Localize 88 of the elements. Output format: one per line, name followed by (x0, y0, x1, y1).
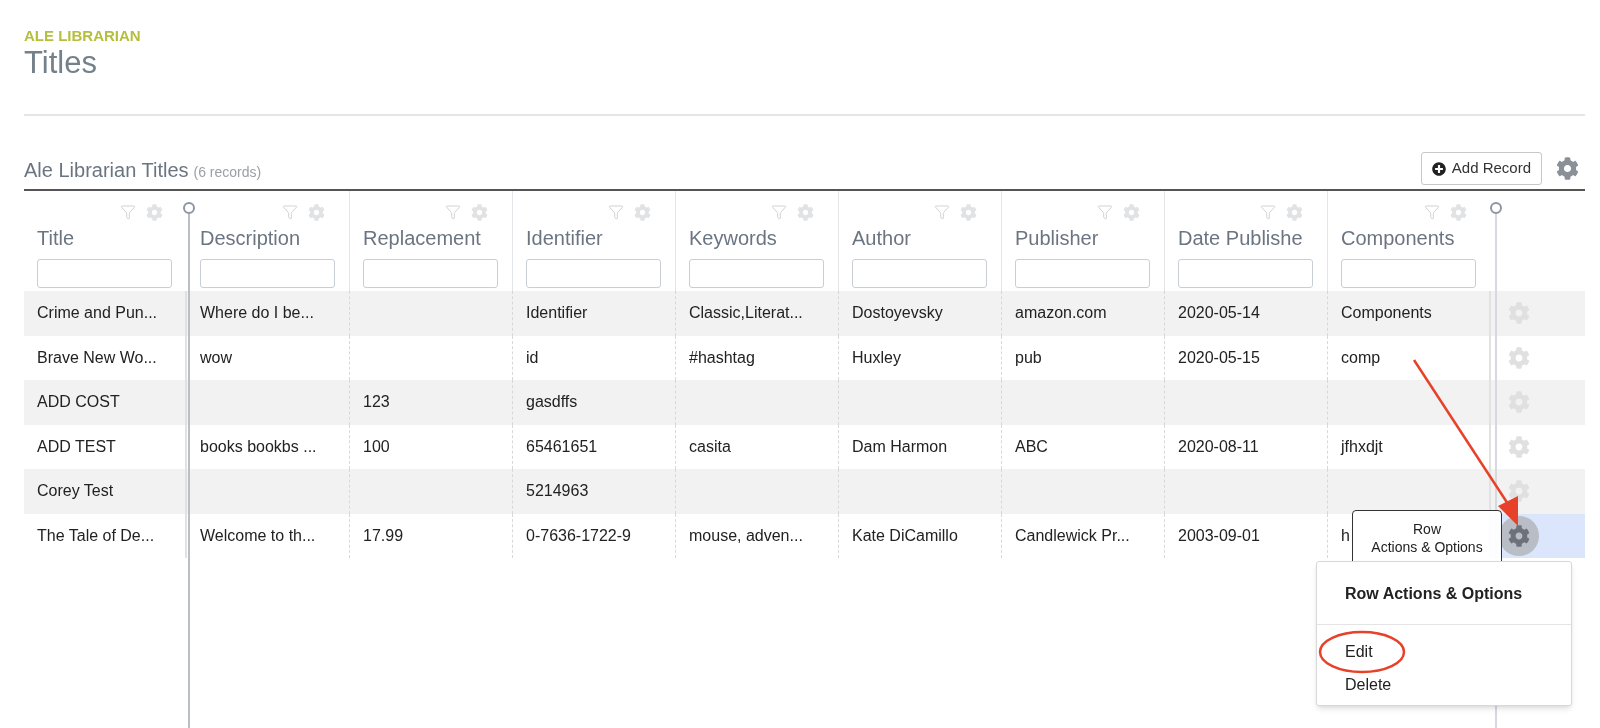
table-cell-text: id (526, 347, 539, 368)
table-cell-text: Dostoyevsky (852, 303, 943, 324)
filter-icon[interactable] (282, 204, 298, 220)
settings-icon[interactable] (797, 203, 814, 221)
table-cell-text: ADD COST (37, 392, 120, 413)
table-cell-text: Identifier (526, 303, 588, 324)
table-cell-text: 0-7636-1722-9 (526, 525, 631, 546)
settings-icon[interactable] (146, 203, 163, 221)
table-cell-text: Crime and Pun... (37, 303, 158, 324)
filter-input[interactable] (526, 259, 661, 288)
column-divider[interactable] (184, 202, 194, 728)
record-count: (6 records) (193, 163, 262, 182)
gear-icon (1508, 524, 1530, 547)
filter-input[interactable] (852, 259, 987, 288)
table-cell-text: Where do I be... (200, 303, 314, 324)
filter-icon[interactable] (608, 204, 624, 220)
table-cell-text: 2020-05-15 (1178, 347, 1260, 368)
settings-icon[interactable] (1286, 203, 1303, 221)
filter-icon[interactable] (1260, 204, 1276, 220)
settings-icon[interactable] (471, 203, 488, 221)
filter-input[interactable] (200, 259, 335, 288)
table-cell-text: The Tale of De... (37, 525, 155, 546)
table-cell-text: #hashtag (689, 347, 755, 368)
table-cell-text: 2003-09-01 (1178, 525, 1260, 546)
table-cell-text: jfhxdjt (1341, 436, 1383, 457)
table-cell-text: comp (1341, 347, 1381, 368)
table-cell-text: amazon.com (1015, 303, 1107, 324)
table-cell-text: 100 (363, 436, 390, 457)
table-cell-text: ADD TEST (37, 436, 116, 457)
table-cell-text: 5214963 (526, 481, 589, 502)
table-cell-text: 2020-05-14 (1178, 303, 1260, 324)
table-cell-text: 2020-08-11 (1178, 436, 1259, 457)
filter-icon[interactable] (934, 204, 950, 220)
menu-item[interactable]: Delete (1345, 672, 1392, 697)
table-cell-text: Kate DiCamillo (852, 525, 958, 546)
table-cell-text: mouse, adven... (689, 525, 803, 546)
column-header[interactable]: Description (200, 223, 336, 253)
filter-icon[interactable] (120, 204, 136, 220)
filter-icon[interactable] (1097, 204, 1113, 220)
filter-icon[interactable] (771, 204, 787, 220)
table-cell-text: Candlewick Pr... (1015, 525, 1130, 546)
table-title: Ale Librarian Titles (24, 158, 189, 183)
filter-icon[interactable] (1424, 204, 1440, 220)
table-cell-text: ABC (1015, 436, 1048, 457)
column-header[interactable]: Identifier (526, 223, 662, 253)
column-header[interactable]: Title (37, 223, 174, 253)
table-settings-icon[interactable] (1556, 157, 1579, 180)
settings-icon[interactable] (1450, 203, 1467, 221)
table-cell-text: Huxley (852, 347, 901, 368)
table-cell-text: 17.99 (363, 525, 404, 546)
table-cell-text: Welcome to th... (200, 525, 316, 546)
row-settings-icon[interactable] (1508, 480, 1530, 503)
add-record-button[interactable]: Add Record (1420, 152, 1542, 185)
table-cell-text: 65461651 (526, 436, 598, 457)
table-cell-text: Components (1341, 303, 1432, 324)
settings-icon[interactable] (1123, 203, 1140, 221)
plus-icon (1431, 161, 1446, 176)
table-cell-text: books bookbs ... (200, 436, 317, 457)
filter-input[interactable] (37, 259, 172, 288)
column-header[interactable]: Date Publishe (1178, 223, 1314, 253)
table-cell-text: wow (200, 347, 232, 368)
settings-icon[interactable] (960, 203, 977, 221)
column-header[interactable]: Author (852, 223, 988, 253)
menu-title: Row Actions & Options (1317, 562, 1571, 625)
column-header[interactable]: Components (1341, 223, 1478, 253)
table-cell-text: Brave New Wo... (37, 347, 157, 368)
table-cell-text: casita (689, 436, 731, 457)
page-title: Titles (24, 45, 98, 81)
table-cell-text: 123 (363, 392, 390, 413)
table-cell-text: h (1341, 525, 1350, 546)
filter-input[interactable] (363, 259, 498, 288)
filter-input[interactable] (689, 259, 824, 288)
column-header[interactable]: Replacement (363, 223, 499, 253)
filter-input[interactable] (1015, 259, 1150, 288)
table-cell-text: Corey Test (37, 481, 114, 502)
settings-icon[interactable] (308, 203, 325, 221)
table-cell-text: gasdffs (526, 392, 578, 413)
settings-icon[interactable] (634, 203, 651, 221)
filter-input[interactable] (1178, 259, 1313, 288)
app-label: ALE LIBRARIAN (24, 27, 142, 45)
table-cell-text: Dam Harmon (852, 436, 948, 457)
column-header[interactable]: Keywords (689, 223, 825, 253)
column-header[interactable]: Publisher (1015, 223, 1151, 253)
table-cell-text: Classic,Literat... (689, 303, 803, 324)
filter-icon[interactable] (445, 204, 461, 220)
table-cell-text: pub (1015, 347, 1042, 368)
menu-item[interactable]: Edit (1345, 639, 1373, 664)
filter-input[interactable] (1341, 259, 1476, 288)
